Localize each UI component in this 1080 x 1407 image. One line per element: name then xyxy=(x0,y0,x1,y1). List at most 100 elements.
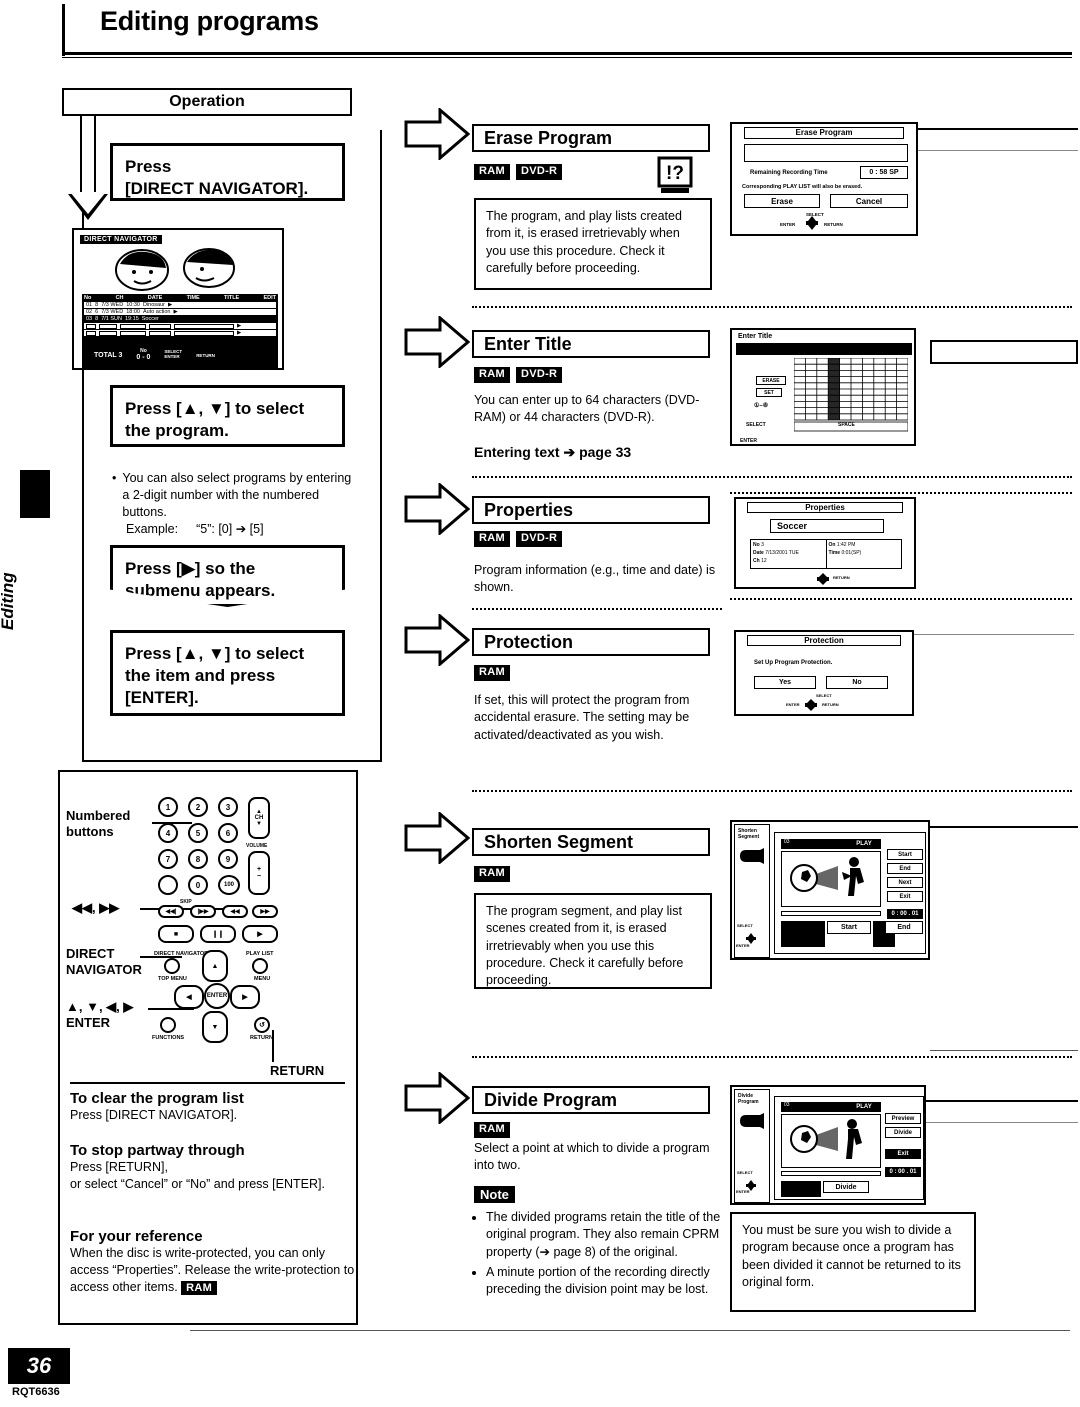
screen-shorten-next-button[interactable]: Next xyxy=(887,877,923,888)
screen-divide-preview-button[interactable]: Preview xyxy=(885,1113,921,1124)
table-row-selected[interactable]: 03 8 7/1 SUN 19:15 Soccer xyxy=(84,316,276,323)
remote-play-button[interactable]: ▶ xyxy=(242,925,278,943)
tip-body: Press [DIRECT NAVIGATOR]. xyxy=(70,1108,238,1122)
screen-set-key[interactable]: SET xyxy=(756,388,782,397)
remote-fast-forward[interactable]: ▶▶ xyxy=(252,905,278,918)
remote-skip-back[interactable]: ◀◀| xyxy=(158,905,184,918)
screen-enter-title-field[interactable] xyxy=(736,343,912,355)
badges-enter-title: RAM DVD-R xyxy=(474,367,563,383)
screen-character-grid[interactable]: SPACE xyxy=(793,357,909,432)
page-title: Editing programs xyxy=(100,6,319,36)
screen-shorten-end-button[interactable]: End xyxy=(887,863,923,874)
cursor-pad-icon xyxy=(802,698,820,716)
prop-value-on: 1:42 PM xyxy=(836,542,856,548)
screen-erase-button[interactable]: Erase xyxy=(744,194,820,208)
remote-key-2[interactable]: 2 xyxy=(188,797,208,817)
remote-stop-button[interactable]: ■ xyxy=(158,925,194,943)
section-body-properties: Program information (e.g., time and date… xyxy=(474,563,716,595)
screen-erase-enter-hint: ENTER xyxy=(780,222,796,227)
remote-rewind[interactable]: ◀◀ xyxy=(222,905,248,918)
dn-col-edit: EDIT xyxy=(263,295,276,301)
section-link-entering-text[interactable]: Entering text ➔ page 33 xyxy=(474,444,631,461)
screen-enter-title: Enter Title ERASE SET ①–⑧ SELECT ENTER S… xyxy=(730,328,916,446)
chevron-right-icon[interactable]: ▶ xyxy=(237,330,241,336)
remote-key-9[interactable]: 9 xyxy=(218,849,238,869)
remote-skip-forward[interactable]: |▶▶ xyxy=(190,905,216,918)
remote-return-button[interactable]: ↺ xyxy=(254,1017,270,1033)
screen-protection-no-button[interactable]: No xyxy=(826,676,888,689)
remote-key-5[interactable]: 5 xyxy=(188,823,208,843)
table-row[interactable]: 02 6 7/3 WED 18:00 Auto action ▶ xyxy=(84,309,276,316)
chevron-right-icon[interactable]: ▶ xyxy=(168,302,172,308)
screen-erase-remaining-value: 0 : 58 SP xyxy=(860,166,908,179)
note-badge-wrap: Note xyxy=(474,1186,515,1204)
screen-divide-thumb xyxy=(781,1181,821,1197)
remote-volume-rocker[interactable]: + − xyxy=(248,851,270,895)
dn-row-title: Soccer xyxy=(141,316,159,322)
edge-marker xyxy=(20,470,50,518)
remote-channel-rocker[interactable]: ▲ CH ▼ xyxy=(248,797,270,839)
screen-shorten-exit-button[interactable]: Exit xyxy=(887,891,923,902)
screen-divide-progress-bar[interactable] xyxy=(781,1171,881,1176)
remote-key-3[interactable]: 3 xyxy=(218,797,238,817)
chevron-right-icon[interactable]: ▶ xyxy=(237,323,241,329)
screen-erase-note: Corresponding PLAY LIST will also be era… xyxy=(742,184,863,190)
screen-protection-return-hint: RETURN xyxy=(822,702,839,707)
remote-key-100[interactable]: 100 xyxy=(218,875,240,895)
remote-key-0[interactable]: 0 xyxy=(188,875,208,895)
screen-divide-bottom-label: Divide xyxy=(823,1181,869,1193)
remote-volume-label: VOLUME xyxy=(246,843,268,849)
screen-enter-title-label: Enter Title xyxy=(738,333,773,340)
operation-arrow-head-inner xyxy=(70,192,106,214)
badge-ram: RAM xyxy=(474,665,510,681)
divider-dotted-properties-top xyxy=(730,492,1072,494)
remote-key-7[interactable]: 7 xyxy=(158,849,178,869)
screen-divide-divide-button[interactable]: Divide xyxy=(885,1127,921,1138)
illustration-faces xyxy=(104,244,254,292)
remote-play-list-button[interactable] xyxy=(252,958,268,974)
divider-dotted-2 xyxy=(472,476,1072,478)
screen-shorten-play-label: PLAY xyxy=(847,839,881,849)
tip-for-your-reference: For your reference When the disc is writ… xyxy=(70,1228,355,1296)
remote-volume-down: − xyxy=(256,873,262,880)
remote-cursor-left[interactable]: ◀ xyxy=(174,985,204,1009)
dn-row-title: Dinosaur xyxy=(142,302,165,308)
remote-key-6[interactable]: 6 xyxy=(218,823,238,843)
remote-key-1[interactable]: 1 xyxy=(158,797,178,817)
remote-pause-button[interactable]: ❙❙ xyxy=(200,925,236,943)
chevron-right-icon[interactable]: ▶ xyxy=(174,309,178,315)
remote-cursor-right[interactable]: ▶ xyxy=(230,985,260,1009)
remote-functions-button[interactable] xyxy=(160,1017,176,1033)
remote-cursor-down[interactable]: ▼ xyxy=(202,1011,228,1043)
tip-body: When the disc is write-protected, you ca… xyxy=(70,1245,355,1296)
remote-cursor-up[interactable]: ▲ xyxy=(202,950,228,982)
dn-col-title: TITLE xyxy=(223,295,240,301)
screen-shorten-progress-bar[interactable] xyxy=(781,911,881,916)
remote-enter-button[interactable]: ENTER xyxy=(204,983,230,1009)
tip-heading: To stop partway through xyxy=(70,1142,245,1159)
screen-shorten-video-preview xyxy=(781,851,881,907)
table-row[interactable]: 01 8 7/3 WED 10:30 Dinosaur ▶ xyxy=(84,302,276,309)
screen-shorten-start-button[interactable]: Start xyxy=(887,849,923,860)
screen-divide-exit-button[interactable]: Exit xyxy=(885,1149,921,1159)
badges-properties: RAM DVD-R xyxy=(474,531,563,547)
screen-space-key[interactable]: SPACE xyxy=(838,422,855,428)
remote-skip-label: SKIP xyxy=(180,899,192,905)
header-rule-thin xyxy=(62,57,1072,58)
screen-cancel-button[interactable]: Cancel xyxy=(830,194,908,208)
table-row[interactable]: ▶ xyxy=(84,330,276,337)
section-title-protection: Protection xyxy=(472,628,710,656)
dn-row-time: 10:30 xyxy=(126,302,140,308)
dn-no-value: 0 - 0 xyxy=(136,354,151,361)
remote-direct-navigator-button[interactable] xyxy=(164,958,180,974)
tip-stop-partway: To stop partway through Press [RETURN], … xyxy=(70,1142,355,1193)
tip-heading: For your reference xyxy=(70,1228,203,1245)
remote-key-8[interactable]: 8 xyxy=(188,849,208,869)
remote-key-4[interactable]: 4 xyxy=(158,823,178,843)
screen-erase-key[interactable]: ERASE xyxy=(756,376,786,385)
remote-key-cancel[interactable] xyxy=(158,875,178,895)
screen-protection-yes-button[interactable]: Yes xyxy=(754,676,816,689)
dn-row-ch: 8 xyxy=(95,316,99,322)
note-list: The divided programs retain the title of… xyxy=(472,1206,730,1301)
table-row[interactable]: ▶ xyxy=(84,323,276,330)
